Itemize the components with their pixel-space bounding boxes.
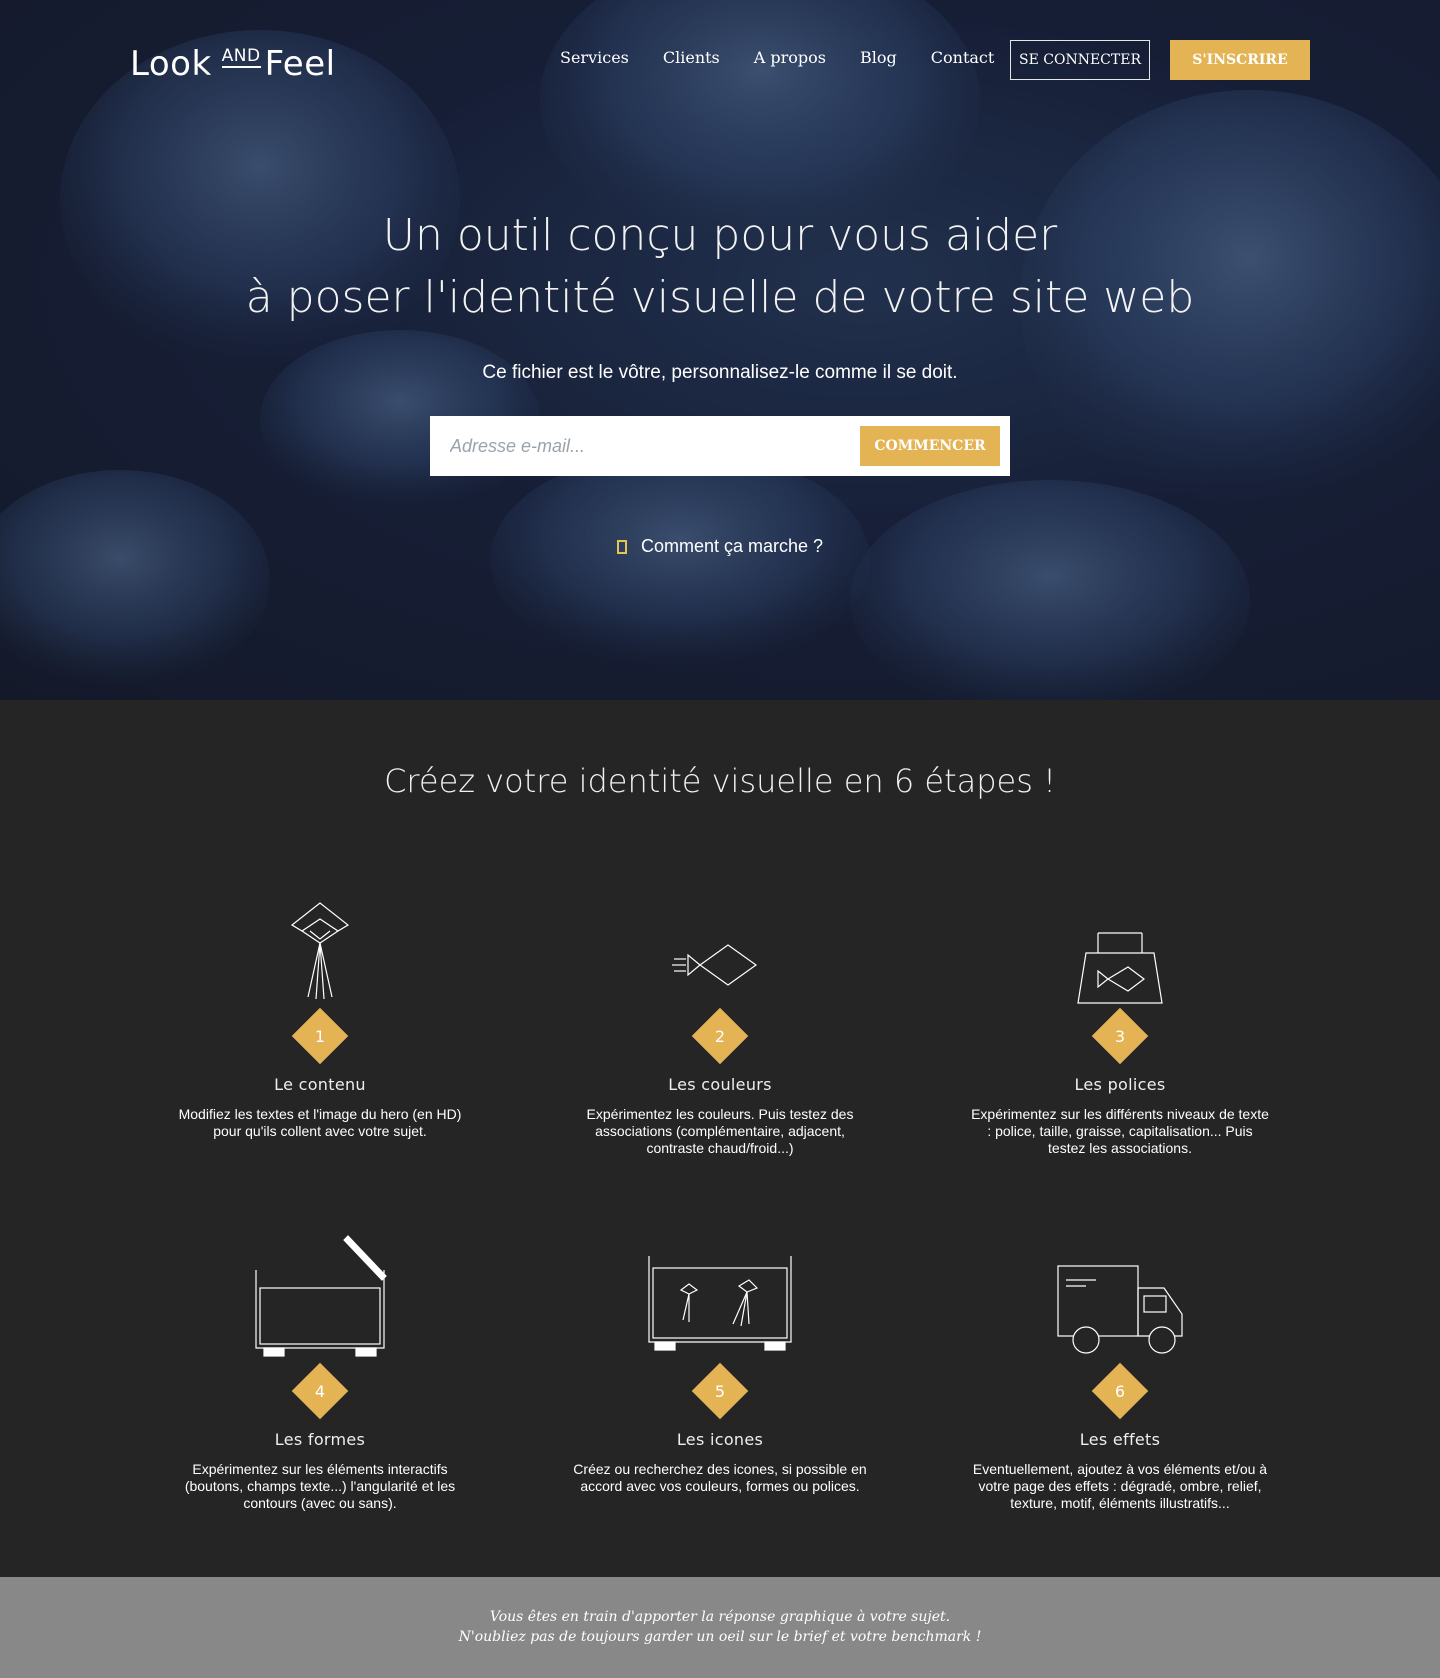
step-card: 3 Les polices Expérimentez sur les diffé…: [920, 895, 1320, 1157]
hero-section: Look AND Feel Services Clients A propos …: [0, 0, 1440, 700]
step-title: Les couleurs: [668, 1075, 772, 1094]
step-description: Expérimentez les couleurs. Puis testez d…: [586, 1106, 854, 1156]
hero-title: Un outil conçu pour vous aider à poser l…: [0, 205, 1440, 329]
email-input[interactable]: [450, 416, 830, 476]
steps-section: Créez votre identité visuelle en 6 étape…: [0, 700, 1440, 1577]
footer-line-1: Vous êtes en train d'apporter la réponse…: [489, 1609, 951, 1625]
step-number-badge: 4: [120, 1360, 520, 1424]
step-number: 1: [314, 1026, 326, 1046]
brand-logo[interactable]: Look AND Feel: [130, 44, 336, 84]
nav-link-apropos[interactable]: A propos: [754, 48, 826, 67]
nav-link-services[interactable]: Services: [560, 48, 629, 67]
step-title: Les effets: [1079, 1430, 1161, 1449]
step-card: 1 Le contenu Modifiez les textes et l'im…: [120, 895, 520, 1140]
step-card: 6 Les effets Eventuellement, ajoutez à v…: [920, 1250, 1320, 1512]
step-title: Les icones: [676, 1430, 764, 1449]
how-it-works-label: Comment ça marche ?: [640, 536, 824, 556]
step-card: 2 Les couleurs Expérimentez les couleurs…: [520, 895, 920, 1157]
step-card: 5 Les icones Créez ou recherchez des ico…: [520, 1250, 920, 1495]
step-description: Expérimentez sur les différents niveaux …: [971, 1106, 1269, 1156]
step-number-badge: 2: [520, 1005, 920, 1069]
step-card: 4 Les formes Expérimentez sur les élémen…: [120, 1235, 520, 1512]
step-description: Modifiez les textes et l'image du hero (…: [178, 1106, 462, 1139]
step-number: 3: [1114, 1026, 1126, 1046]
login-button[interactable]: SE CONNECTER: [1010, 40, 1150, 80]
nav-link-contact[interactable]: Contact: [931, 48, 995, 67]
fish-bag-icon: [920, 895, 1320, 1005]
aquarium-open-icon: [120, 1235, 520, 1360]
how-it-works-link[interactable]: Comment ça marche ?: [0, 536, 1440, 557]
footer-line-2: N'oubliez pas de toujours garder un oeil…: [458, 1629, 982, 1645]
step-number-badge: 6: [920, 1360, 1320, 1424]
step-number: 5: [714, 1381, 726, 1401]
signup-form: COMMENCER: [430, 416, 1010, 476]
step-title: Les polices: [1074, 1075, 1166, 1094]
logo-feel: Feel: [264, 44, 336, 84]
truck-icon: [920, 1250, 1320, 1360]
hero-title-line1: Un outil conçu pour vous aider: [382, 210, 1058, 261]
fish-icon: [520, 895, 920, 1005]
step-title: Le contenu: [274, 1075, 366, 1094]
step-number: 6: [1114, 1381, 1126, 1401]
play-icon: [616, 539, 627, 554]
step-number: 4: [314, 1381, 326, 1401]
footer: Vous êtes en train d'apporter la réponse…: [0, 1577, 1440, 1678]
nav-links: Services Clients A propos Blog Contact: [560, 48, 1028, 67]
hero-title-line2: à poser l'identité visuelle de votre sit…: [245, 272, 1195, 323]
logo-look: Look: [130, 44, 212, 84]
signup-button[interactable]: S'INSCRIRE: [1170, 40, 1310, 80]
nav-link-blog[interactable]: Blog: [860, 48, 897, 67]
step-number-badge: 1: [120, 1005, 520, 1069]
step-description: Eventuellement, ajoutez à vos éléments e…: [972, 1461, 1268, 1511]
hero-subtitle: Ce fichier est le vôtre, personnalisez-l…: [482, 362, 958, 383]
step-number-badge: 5: [520, 1360, 920, 1424]
top-navigation: Look AND Feel Services Clients A propos …: [0, 0, 1440, 120]
start-button[interactable]: COMMENCER: [860, 426, 1000, 466]
aquarium-jellyfish-icon: [520, 1250, 920, 1360]
logo-and: AND: [221, 46, 261, 68]
step-description: Créez ou recherchez des icones, si possi…: [573, 1461, 867, 1494]
step-description: Expérimentez sur les éléments interactif…: [184, 1461, 456, 1511]
step-number: 2: [714, 1026, 726, 1046]
nav-link-clients[interactable]: Clients: [663, 48, 720, 67]
step-title: Les formes: [274, 1430, 366, 1449]
step-number-badge: 3: [920, 1005, 1320, 1069]
jellyfish-icon: [120, 895, 520, 1005]
steps-title: Créez votre identité visuelle en 6 étape…: [384, 762, 1056, 800]
